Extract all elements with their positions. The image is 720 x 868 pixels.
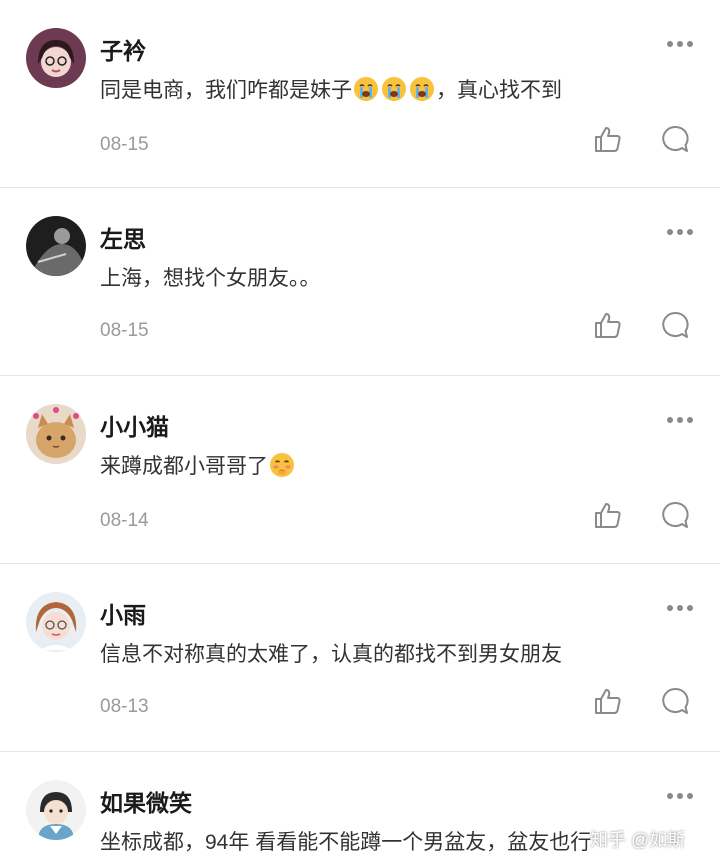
thumbs-up-icon[interactable]	[593, 686, 623, 716]
more-dots-icon[interactable]	[664, 789, 696, 803]
thumbs-up-icon[interactable]	[593, 500, 623, 530]
watermark: 知乎 @如斯	[590, 830, 686, 850]
avatar[interactable]	[26, 216, 86, 276]
comment-author[interactable]: 如果微笑	[100, 784, 192, 818]
flushed-shy-face-emoji	[270, 453, 294, 477]
avatar[interactable]	[26, 780, 86, 840]
comment-author[interactable]: 小小猫	[100, 408, 169, 442]
reply-bubble-icon[interactable]	[660, 686, 690, 716]
comment-item: 小小猫 来蹲成都小哥哥了 08-14	[0, 376, 720, 564]
comment-item: 左思 上海，想找个女朋友。。 08-15	[0, 188, 720, 376]
comment-text: 来蹲成都小哥哥了	[100, 450, 296, 480]
loudly-crying-face-emoji	[354, 77, 378, 101]
reply-bubble-icon[interactable]	[660, 500, 690, 530]
comment-author[interactable]: 小雨	[100, 596, 146, 630]
comment-text-main: 来蹲成都小哥哥了	[100, 455, 268, 478]
comment-item: 子衿 同是电商，我们咋都是妹子 ，真心找不到 08-15	[0, 0, 720, 188]
comment-date: 08-15	[100, 134, 149, 155]
comment-date: 08-14	[100, 510, 149, 531]
more-dots-icon[interactable]	[664, 225, 696, 239]
comment-text: 上海，想找个女朋友。。	[100, 267, 321, 290]
more-dots-icon[interactable]	[664, 413, 696, 427]
avatar[interactable]	[26, 28, 86, 88]
comment-date: 08-13	[100, 696, 149, 717]
comment-text: 坐标成都，94年 看看能不能蹲一个男盆友，盆友也行	[100, 831, 592, 854]
more-dots-icon[interactable]	[664, 37, 696, 51]
avatar[interactable]	[26, 592, 86, 652]
comment-text: 同是电商，我们咋都是妹子 ，真心找不到	[100, 74, 562, 104]
thumbs-up-icon[interactable]	[593, 310, 623, 340]
comment-author[interactable]: 左思	[100, 220, 146, 254]
more-dots-icon[interactable]	[664, 601, 696, 615]
comment-item: 小雨 信息不对称真的太难了，认真的都找不到男女朋友 08-13	[0, 564, 720, 752]
loudly-crying-face-emoji	[410, 77, 434, 101]
comment-date: 08-15	[100, 320, 149, 341]
avatar[interactable]	[26, 404, 86, 464]
comment-text: 信息不对称真的太难了，认真的都找不到男女朋友	[100, 643, 562, 666]
comment-text-main: 同是电商，我们咋都是妹子	[100, 79, 352, 102]
reply-bubble-icon[interactable]	[660, 310, 690, 340]
comment-text-tail: ，真心找不到	[436, 79, 562, 102]
comment-list: 子衿 同是电商，我们咋都是妹子 ，真心找不到 08-15 左思 上海，想找个女朋友…	[0, 0, 720, 868]
thumbs-up-icon[interactable]	[593, 124, 623, 154]
loudly-crying-face-emoji	[382, 77, 406, 101]
reply-bubble-icon[interactable]	[660, 124, 690, 154]
comment-author[interactable]: 子衿	[100, 32, 146, 66]
